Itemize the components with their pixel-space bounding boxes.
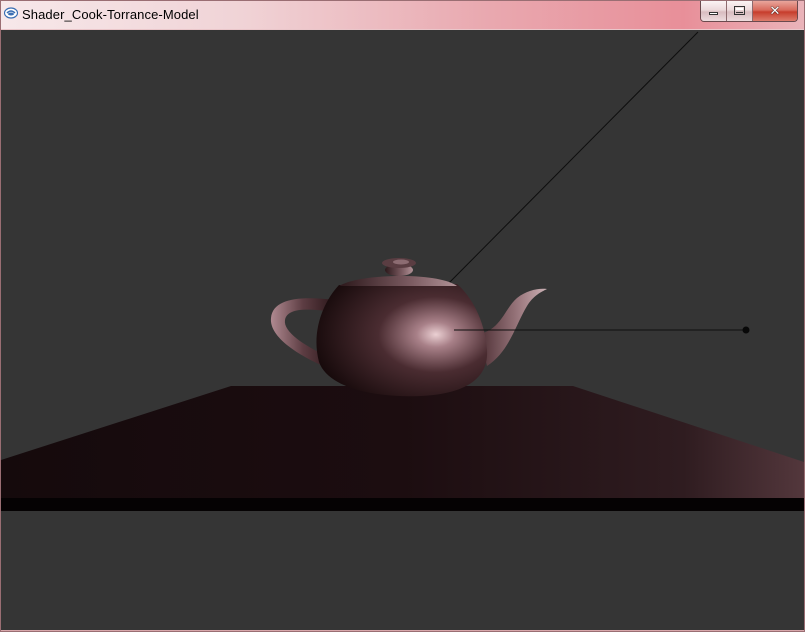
caption-buttons: ✕ xyxy=(700,1,798,22)
maximize-icon xyxy=(734,6,745,15)
maximize-button[interactable] xyxy=(727,1,753,21)
app-icon xyxy=(4,7,18,19)
light-direction-line xyxy=(441,31,699,291)
close-icon: ✕ xyxy=(769,3,781,19)
minimize-icon xyxy=(709,12,718,15)
application-window: Shader_Cook-Torrance-Model ✕ xyxy=(0,0,805,632)
close-button[interactable]: ✕ xyxy=(753,1,797,21)
teapot[interactable] xyxy=(270,258,547,397)
scene-canvas xyxy=(1,31,804,511)
render-viewport[interactable] xyxy=(1,30,804,630)
window-title: Shader_Cook-Torrance-Model xyxy=(22,7,199,22)
table xyxy=(1,386,804,511)
title-bar[interactable]: Shader_Cook-Torrance-Model ✕ xyxy=(1,1,804,29)
minimize-button[interactable] xyxy=(701,1,727,21)
light-source-marker[interactable] xyxy=(742,326,750,334)
